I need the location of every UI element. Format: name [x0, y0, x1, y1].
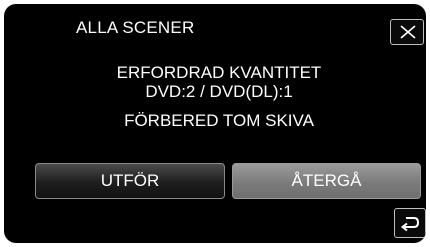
required-quantity-label: ERFORDRAD KVANTITET [116, 63, 322, 82]
close-icon [400, 25, 416, 39]
disc-quantity-value: DVD:2 / DVD(DL):1 [145, 82, 293, 101]
close-button[interactable] [390, 19, 424, 45]
return-button[interactable]: ÅTERGÅ [232, 163, 421, 199]
back-button[interactable] [394, 208, 426, 238]
back-arrow-icon [400, 217, 420, 232]
screen: ALLA SCENER ERFORDRAD KVANTITET DVD:2 / … [4, 4, 426, 243]
dialog-title: ALLA SCENER [76, 18, 195, 37]
execute-button[interactable]: UTFÖR [35, 163, 225, 199]
prepare-disc-message: FÖRBERED TOM SKIVA [124, 111, 314, 130]
